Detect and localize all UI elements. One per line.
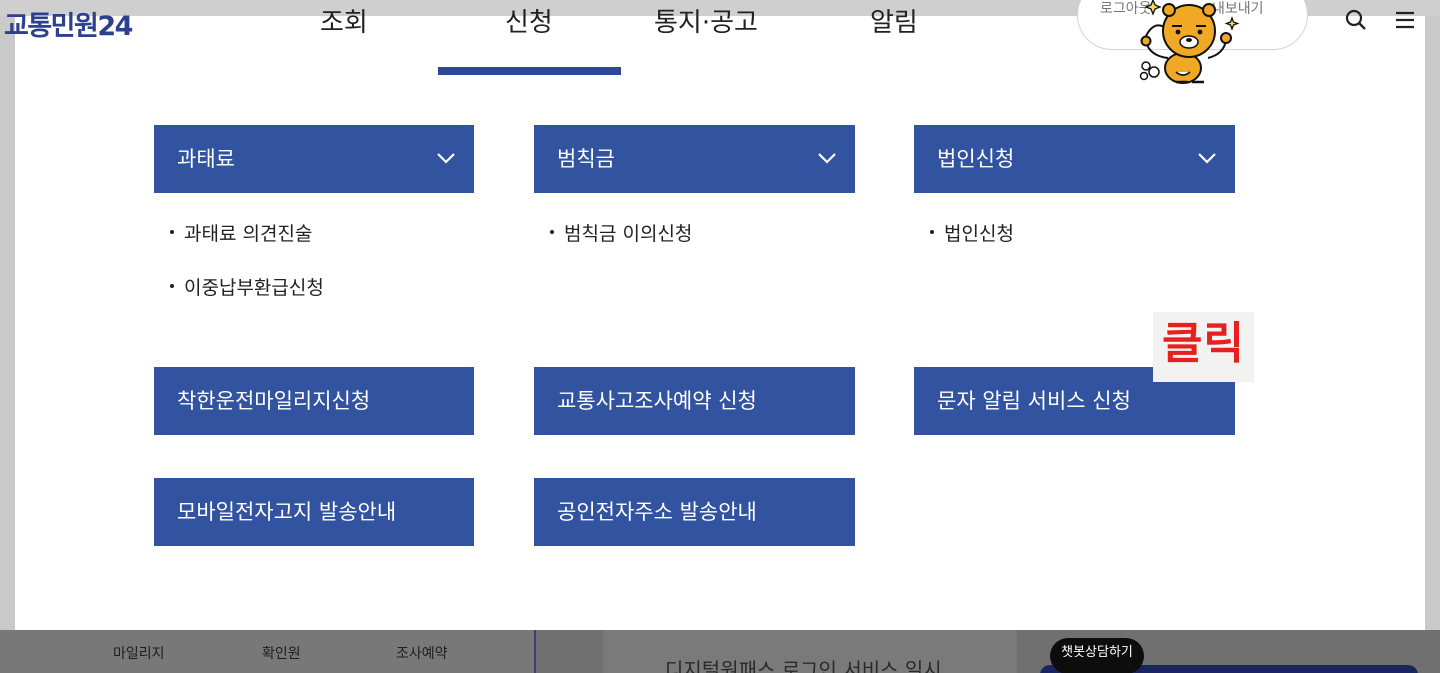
quick-link-mileage[interactable]: 마일리지 bbox=[113, 643, 165, 663]
sub-item-label: 과태료 의견진술 bbox=[184, 223, 313, 245]
link-accident-investigation-booking[interactable]: 교통사고조사예약 신청 bbox=[534, 367, 855, 435]
search-icon[interactable] bbox=[1344, 8, 1368, 32]
notice-title[interactable]: 디지털원패스 로그인 서비스 일시 ... bbox=[665, 654, 995, 673]
sub-item-label: 범칙금 이의신청 bbox=[564, 223, 693, 245]
click-annotation: 클릭 bbox=[1153, 312, 1254, 382]
bullet bbox=[170, 229, 174, 234]
category-label: 법인신청 bbox=[937, 147, 1015, 171]
chevron-down-icon bbox=[437, 153, 455, 164]
divider bbox=[534, 630, 536, 673]
background-page-peek: 마일리지 확인원 조사예약 디지털원패스 로그인 서비스 일시 ... 챗봇상담… bbox=[0, 630, 1440, 673]
category-label: 범칙금 bbox=[557, 147, 615, 171]
bullet bbox=[930, 229, 934, 234]
sub-item-fine-opinion[interactable]: 과태료 의견진술 bbox=[170, 219, 312, 246]
chevron-down-icon bbox=[1198, 153, 1216, 164]
link-mobile-e-notice[interactable]: 모바일전자고지 발송안내 bbox=[154, 478, 474, 546]
mascot-character-icon bbox=[1139, 0, 1240, 84]
nav-application[interactable]: 신청 bbox=[505, 2, 553, 39]
chevron-down-icon bbox=[818, 153, 836, 164]
nav-alerts[interactable]: 알림 bbox=[870, 2, 918, 39]
nav-inquiry[interactable]: 조회 bbox=[320, 2, 368, 39]
chatbot-button[interactable]: 챗봇상담하기 bbox=[1050, 638, 1144, 673]
bullet bbox=[550, 229, 554, 234]
sub-item-double-payment-refund[interactable]: 이중납부환급신청 bbox=[170, 273, 324, 300]
category-corporate[interactable]: 법인신청 bbox=[914, 125, 1235, 193]
sub-item-label: 이중납부환급신청 bbox=[184, 277, 324, 299]
sub-item-penalty-objection[interactable]: 범칙금 이의신청 bbox=[550, 219, 692, 246]
category-label: 과태료 bbox=[177, 147, 235, 171]
category-fine[interactable]: 과태료 bbox=[154, 125, 474, 193]
sub-item-corporate-application[interactable]: 법인신청 bbox=[930, 219, 1014, 246]
link-safe-driving-mileage[interactable]: 착한운전마일리지신청 bbox=[154, 367, 474, 435]
quick-link-certificate[interactable]: 확인원 bbox=[262, 643, 301, 663]
quick-link-booking[interactable]: 조사예약 bbox=[396, 643, 448, 663]
category-penalty[interactable]: 범칙금 bbox=[534, 125, 855, 193]
sub-item-label: 법인신청 bbox=[944, 223, 1014, 245]
nav-notice[interactable]: 통지·공고 bbox=[654, 2, 758, 39]
link-certified-e-address[interactable]: 공인전자주소 발송안내 bbox=[534, 478, 855, 546]
active-nav-indicator bbox=[438, 67, 621, 75]
site-logo[interactable]: 교통민원24 bbox=[4, 4, 133, 43]
menu-icon[interactable] bbox=[1393, 8, 1417, 32]
bullet bbox=[170, 283, 174, 288]
